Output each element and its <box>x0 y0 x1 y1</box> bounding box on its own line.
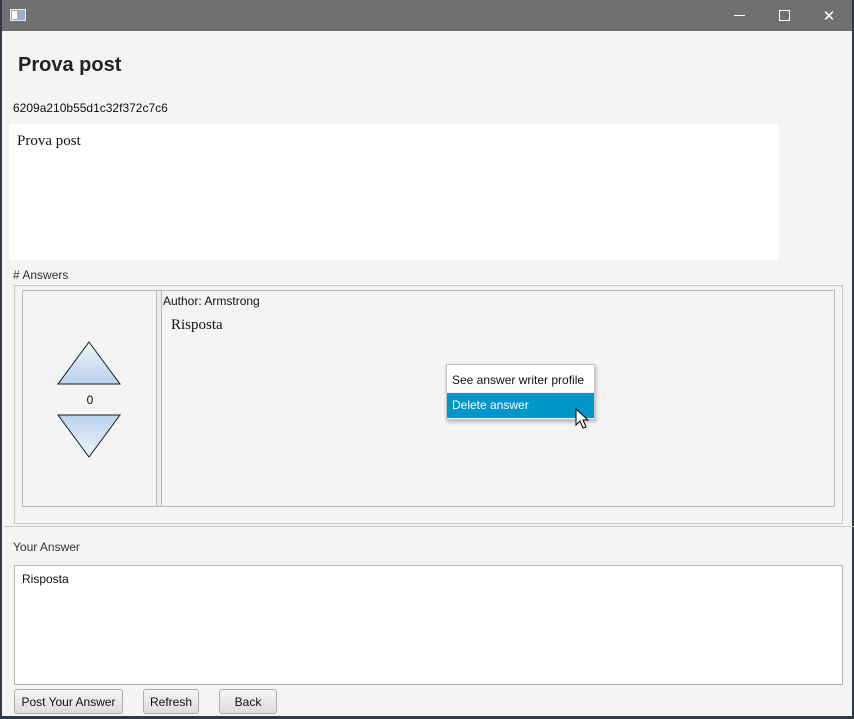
back-button[interactable]: Back <box>219 689 277 714</box>
answers-list[interactable]: 0 Author: Armstrong Risposta <box>14 285 843 524</box>
answer-card[interactable]: 0 Author: Armstrong Risposta <box>22 290 835 507</box>
app-window: ✕ Prova post 6209a210b55d1c32f372c7c6 Pr… <box>0 0 854 719</box>
maximize-button[interactable] <box>761 0 807 31</box>
close-icon: ✕ <box>822 6 836 25</box>
post-id: 6209a210b55d1c32f372c7c6 <box>13 101 168 115</box>
mouse-pointer-icon <box>575 408 589 429</box>
your-answer-label: Your Answer <box>13 540 80 554</box>
window-icon <box>10 9 26 21</box>
context-menu: See answer writer profile Delete answer <box>446 364 595 420</box>
section-divider <box>4 526 854 527</box>
menu-item-delete-answer[interactable]: Delete answer <box>447 393 594 418</box>
triangle-down-icon <box>57 414 121 458</box>
vote-count: 0 <box>86 393 94 407</box>
close-button[interactable]: ✕ <box>806 0 852 31</box>
minimize-button[interactable] <box>716 0 762 31</box>
column-separator <box>157 291 162 506</box>
answer-text: Risposta <box>171 317 223 333</box>
minimize-icon <box>733 15 745 16</box>
triangle-up-icon <box>57 341 121 385</box>
your-answer-input[interactable]: Risposta <box>14 565 843 685</box>
vote-column: 0 <box>23 291 157 506</box>
post-title: Prova post <box>18 54 122 76</box>
answers-label: # Answers <box>13 268 69 282</box>
upvote-button[interactable] <box>57 339 121 385</box>
post-answer-button[interactable]: Post Your Answer <box>14 689 123 714</box>
maximize-icon <box>778 10 790 21</box>
downvote-button[interactable] <box>57 414 121 460</box>
post-body-text: Prova post <box>17 133 81 149</box>
refresh-button[interactable]: Refresh <box>143 689 199 714</box>
menu-item-see-profile[interactable]: See answer writer profile <box>447 368 594 393</box>
title-bar[interactable]: ✕ <box>2 0 852 31</box>
answer-author: Author: Armstrong <box>163 294 260 308</box>
post-body: Prova post <box>9 124 779 260</box>
